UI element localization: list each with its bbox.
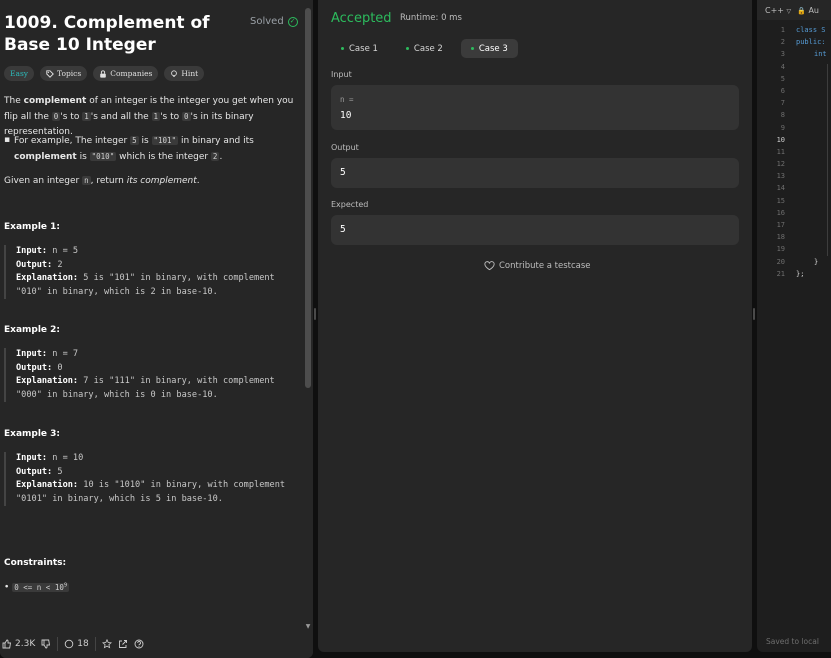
tag-icon [46, 69, 54, 78]
expected-box: 5 [331, 215, 739, 245]
pass-dot-icon [341, 47, 344, 50]
test-result-panel: Accepted Runtime: 0 ms Case 1 Case 2 Cas… [318, 0, 752, 652]
pass-dot-icon [470, 47, 474, 50]
case-tab-3[interactable]: Case 3 [460, 39, 518, 58]
code-editor-panel: C++ ▽ 🔒 Au 1 class S 2 public: 3 int 4 5 6 … [757, 0, 831, 652]
footer-divider [57, 637, 59, 651]
dislike-button[interactable] [41, 639, 51, 649]
description-footer: 2.3K 18 [0, 630, 313, 658]
language-select[interactable]: C++ ▽ [765, 6, 791, 15]
indent-guide [827, 64, 828, 256]
help-button[interactable] [134, 639, 144, 649]
lock-icon [100, 69, 107, 78]
input-label: Input [331, 70, 352, 79]
case-tabs: Case 1 Case 2 Case 3 [331, 39, 518, 58]
editor-toolbar: C++ ▽ 🔒 Au [757, 0, 831, 20]
leetcode-workspace: 1009. Complement of Base 10 Integer Solv… [0, 0, 831, 658]
example-1-block: Input: n = 5 Output: 2 Explanation: 5 is… [4, 245, 296, 299]
thumbs-up-icon [2, 639, 12, 649]
constraints-heading: Constraints: [4, 558, 67, 568]
difficulty-badge: Easy [4, 66, 35, 81]
auto-mode-button[interactable]: 🔒 Au [797, 6, 819, 15]
hint-tag[interactable]: Hint [164, 66, 205, 81]
check-circle-icon: ✓ [287, 16, 298, 27]
comment-icon [64, 639, 74, 649]
task-statement: Given an integer n, return its complemen… [4, 176, 200, 186]
like-button[interactable]: 2.3K [2, 639, 35, 649]
left-panel-splitter[interactable] [313, 0, 317, 658]
output-value: 5 [340, 167, 346, 178]
problem-title[interactable]: 1009. Complement of Base 10 Integer [4, 12, 244, 56]
scrollbar-thumb[interactable] [305, 8, 311, 388]
example-1-heading: Example 1: [4, 222, 61, 232]
contribute-testcase-button[interactable]: Contribute a testcase [484, 261, 591, 271]
topics-tag[interactable]: Topics [40, 66, 88, 81]
description-content: 1009. Complement of Base 10 Integer Solv… [0, 0, 303, 630]
solved-label: Solved [250, 16, 284, 27]
companies-tag[interactable]: Companies [93, 66, 159, 81]
right-panel-splitter[interactable] [752, 0, 756, 658]
code-editor[interactable]: 1 class S 2 public: 3 int 4 5 6 7 8 9 10 11… [757, 26, 831, 282]
lock-icon: 🔒 [797, 6, 806, 15]
chevron-down-icon: ▽ [786, 7, 792, 15]
input-variable: n = [340, 95, 354, 104]
footer-divider [94, 637, 96, 651]
description-panel: 1009. Complement of Base 10 Integer Solv… [0, 0, 313, 658]
description-scrollbar[interactable]: ▼ [304, 8, 312, 630]
output-box: 5 [331, 158, 739, 188]
example-bullet: ▪ For example, The integer 5 is "101" in… [4, 135, 254, 162]
lightbulb-icon [171, 69, 178, 77]
input-value: 10 [340, 110, 352, 121]
expected-label: Expected [331, 200, 369, 209]
example-3-heading: Example 3: [4, 429, 61, 439]
example-2-block: Input: n = 7 Output: 0 Explanation: 7 is… [4, 348, 296, 402]
share-icon [118, 640, 127, 648]
case-tab-1[interactable]: Case 1 [331, 39, 388, 58]
constraint-item: • 0 <= n < 109 [4, 582, 70, 593]
heart-icon [484, 261, 495, 271]
case-tab-2[interactable]: Case 2 [396, 39, 453, 58]
problem-tags: Easy Topics Companies Hint [4, 66, 205, 81]
output-label: Output [331, 143, 359, 152]
saved-status: Saved to local [766, 637, 819, 646]
favorite-button[interactable] [101, 639, 112, 649]
runtime-label: Runtime: 0 ms [400, 13, 462, 23]
example-2-heading: Example 2: [4, 325, 61, 335]
share-button[interactable] [118, 639, 128, 649]
input-box: n = 10 [331, 85, 739, 130]
example-3-block: Input: n = 10 Output: 5 Explanation: 10 … [4, 452, 296, 506]
pass-dot-icon [405, 47, 409, 50]
expected-value: 5 [340, 224, 346, 235]
comments-button[interactable]: 18 [64, 639, 89, 649]
solved-status: Solved ✓ [250, 16, 298, 27]
question-circle-icon [134, 639, 144, 649]
result-status: Accepted [331, 11, 392, 26]
thumbs-down-icon [41, 639, 51, 649]
star-icon [101, 639, 112, 649]
